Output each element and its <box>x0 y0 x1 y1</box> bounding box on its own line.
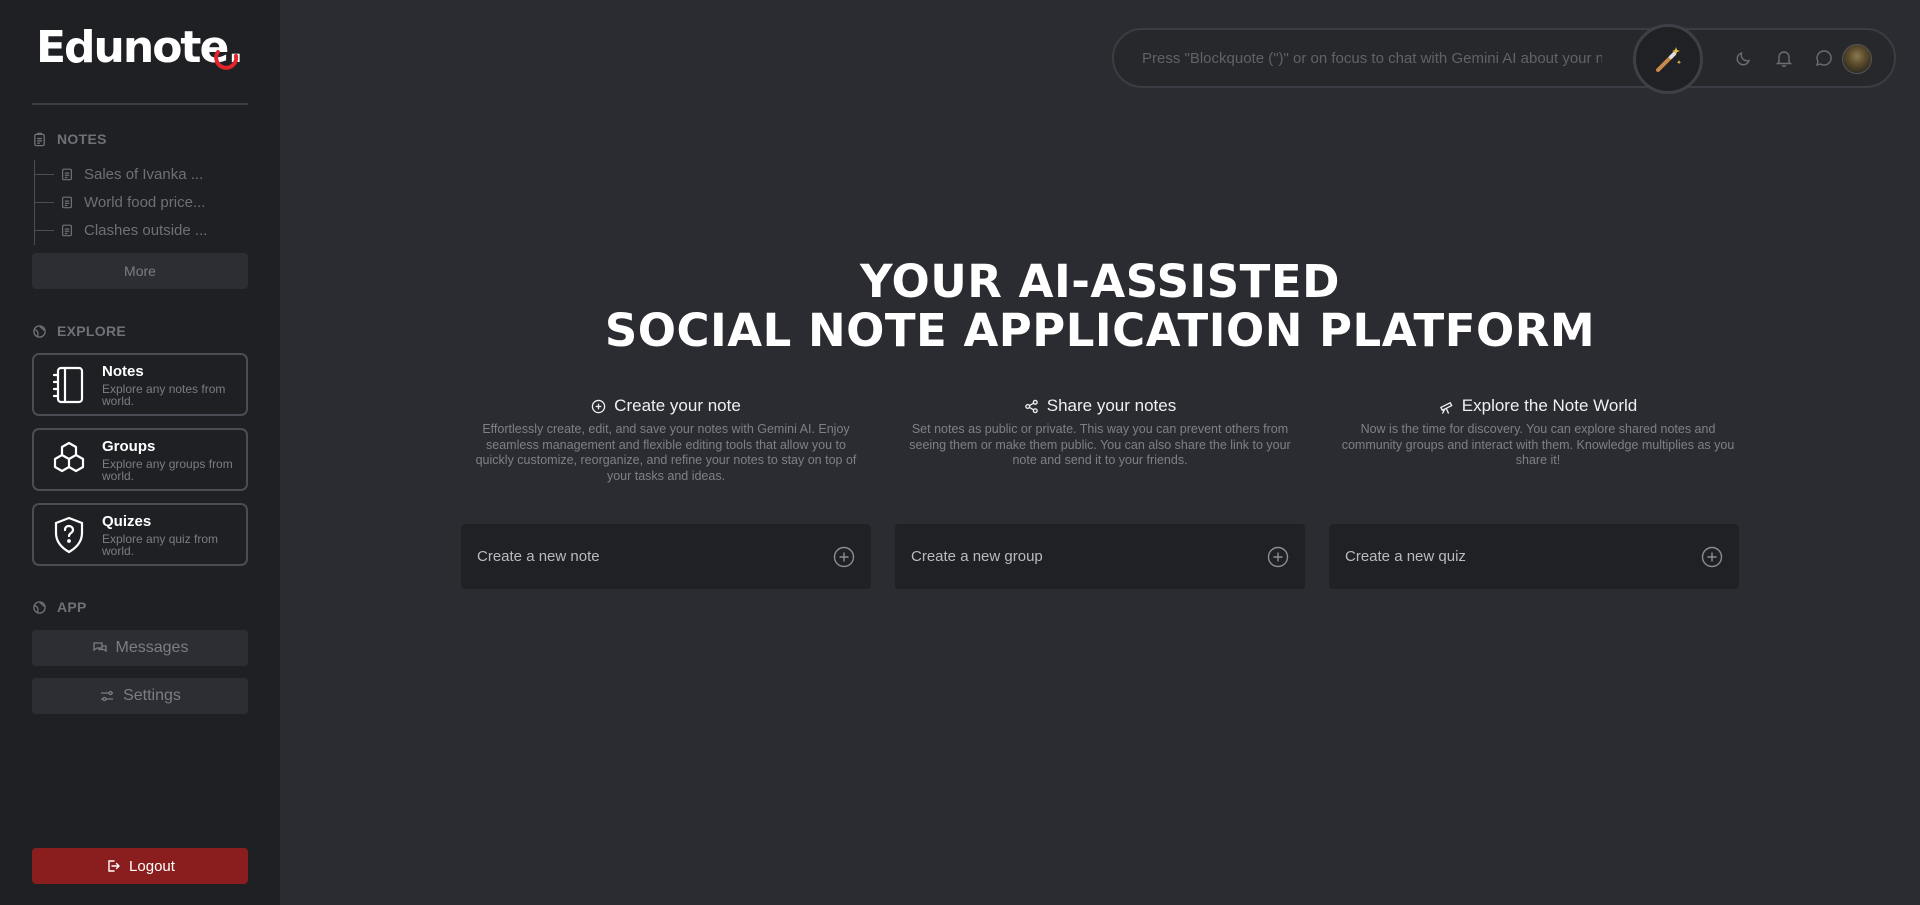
explore-quizes-card[interactable]: Quizes Explore any quiz from world. <box>32 503 248 566</box>
app-section-heading: APP <box>32 599 87 615</box>
moon-icon[interactable] <box>1734 48 1754 68</box>
notebook-icon <box>52 366 84 403</box>
plus-circle-icon <box>1701 546 1723 567</box>
globe-icon <box>33 324 46 338</box>
brand-name: Edunote <box>36 22 229 73</box>
sliders-icon <box>101 690 114 702</box>
gemini-chat-input[interactable] <box>1142 30 1602 86</box>
explore-notes-card[interactable]: Notes Explore any notes from world. <box>32 353 248 416</box>
create-quiz-button[interactable]: Create a new quiz <box>1329 524 1739 589</box>
globe-icon <box>33 600 46 614</box>
create-group-button[interactable]: Create a new group <box>895 524 1305 589</box>
top-bar <box>1112 24 1896 94</box>
chat-icon[interactable] <box>1814 48 1834 68</box>
explore-section-heading: EXPLORE <box>32 323 126 339</box>
recent-note-item[interactable]: Clashes outside ... <box>32 216 248 244</box>
share-icon <box>1024 399 1038 413</box>
cubes-icon <box>53 441 85 472</box>
create-note-button[interactable]: Create a new note <box>461 524 871 589</box>
messages-button[interactable]: Messages <box>32 630 248 666</box>
recent-note-item[interactable]: Sales of Ivanka ... <box>32 160 248 188</box>
note-icon <box>62 168 72 181</box>
hero-title: YOUR AI-ASSISTED SOCIAL NOTE APPLICATION… <box>280 257 1920 355</box>
explore-groups-card[interactable]: Groups Explore any groups from world. <box>32 428 248 491</box>
clipboard-icon <box>34 132 45 146</box>
logout-button[interactable]: Logout <box>32 848 248 884</box>
magic-wand-button[interactable] <box>1633 24 1703 94</box>
plus-circle-icon <box>1267 546 1289 567</box>
bell-icon[interactable] <box>1774 48 1794 68</box>
sidebar: Edunote. NOTES Sales of Ivanka ... World… <box>0 0 280 905</box>
note-icon <box>62 224 72 237</box>
plus-circle-icon <box>591 399 606 413</box>
divider <box>32 103 248 105</box>
more-notes-button[interactable]: More <box>32 253 248 289</box>
feature-create-note: Create your note Effortlessly create, ed… <box>475 396 857 483</box>
logout-icon <box>108 860 121 872</box>
note-icon <box>62 196 72 209</box>
magic-wand-icon <box>1656 47 1682 72</box>
recent-note-item[interactable]: World food price... <box>32 188 248 216</box>
notes-section-heading: NOTES <box>32 131 107 147</box>
user-avatar[interactable] <box>1842 44 1872 74</box>
hero-line-1: YOUR AI-ASSISTED <box>860 255 1340 308</box>
telescope-icon <box>1439 401 1453 414</box>
plus-circle-icon <box>833 546 855 567</box>
feature-share-notes: Share your notes Set notes as public or … <box>909 396 1291 467</box>
settings-button[interactable]: Settings <box>32 678 248 714</box>
logo-swoosh-icon <box>214 50 239 70</box>
feature-explore-world: Explore the Note World Now is the time f… <box>1341 396 1735 467</box>
messages-icon <box>92 642 107 653</box>
shield-question-icon <box>54 516 84 553</box>
hero-line-2: SOCIAL NOTE APPLICATION PLATFORM <box>604 304 1596 357</box>
recent-notes-tree: Sales of Ivanka ... World food price... … <box>32 160 248 245</box>
